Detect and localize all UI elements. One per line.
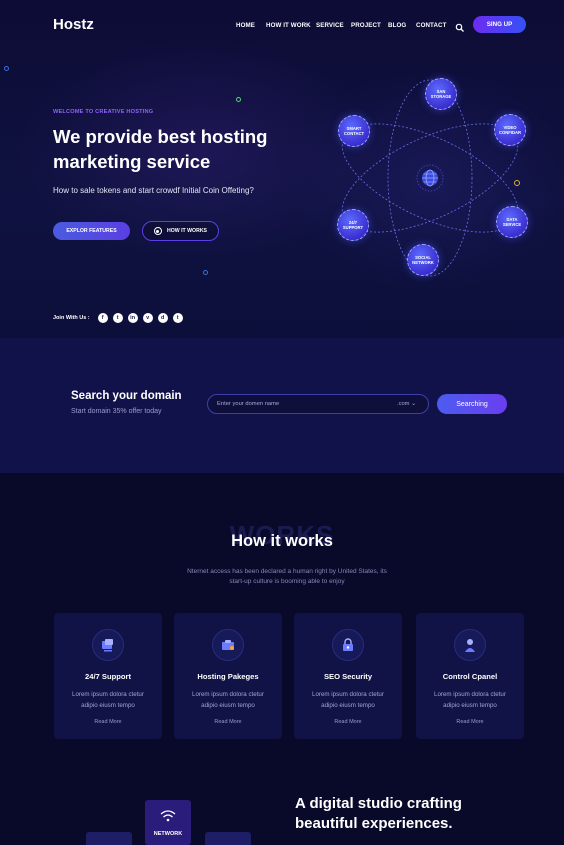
logo[interactable]: Hostz bbox=[53, 16, 94, 33]
works-desc-line-1: Nternet access has been declared a human… bbox=[187, 568, 387, 575]
nav-home[interactable]: HOME bbox=[236, 22, 255, 29]
search-icon[interactable] bbox=[455, 20, 465, 32]
card-title: Control Cpanel bbox=[442, 672, 498, 681]
card-support[interactable]: 24/7 Support Lorem ipsum dolora ctetur a… bbox=[54, 613, 162, 739]
package-icon bbox=[212, 629, 244, 661]
card-desc-line-2: adipio eiusm tempo bbox=[443, 702, 497, 709]
read-more-link[interactable]: Read More bbox=[416, 719, 524, 725]
card-hosting-packages[interactable]: Hosting Pakeges Lorem ipsum dolora ctetu… bbox=[174, 613, 282, 739]
tld-select[interactable]: .com ⌄ bbox=[397, 401, 416, 407]
card-title: 24/7 Support bbox=[85, 672, 131, 681]
decor-dot bbox=[4, 66, 9, 71]
wifi-icon bbox=[160, 810, 176, 822]
network-label: NETWORK bbox=[153, 831, 183, 837]
node-data-service: DATA SERVICE bbox=[496, 206, 528, 238]
node-social-network: SOCIAL NETWORK bbox=[407, 244, 439, 276]
studio-title-line-2: beautiful experiences. bbox=[295, 815, 453, 832]
tumblr-icon[interactable]: t bbox=[172, 313, 183, 323]
studio-title-line-1: A digital studio crafting bbox=[295, 795, 462, 812]
card-desc-line-2: adipio eiusm tempo bbox=[321, 702, 375, 709]
user-icon bbox=[454, 629, 486, 661]
signup-button[interactable]: SING UP bbox=[473, 16, 526, 33]
decor-dot bbox=[203, 270, 208, 275]
domain-search-section: Search your domain Start domain 35% offe… bbox=[0, 338, 564, 473]
how-it-works-button[interactable]: HOW IT WORKS bbox=[142, 221, 219, 241]
nav-blog[interactable]: BLOG bbox=[388, 22, 406, 29]
node-support: 24/7 SUPPORT bbox=[337, 209, 369, 241]
card-seo-security[interactable]: SEO Security Lorem ipsum dolora ctetur a… bbox=[294, 613, 402, 739]
card-control-cpanel[interactable]: Control Cpanel Lorem ipsum dolora ctetur… bbox=[416, 613, 524, 739]
explore-features-button[interactable]: EXPLOR FEATURES bbox=[53, 222, 130, 240]
card-description: Lorem ipsum dolora ctetur adipio eiusm t… bbox=[62, 689, 154, 711]
works-desc-line-2: start-up culture is booming able to enjo… bbox=[229, 578, 345, 585]
works-title: How it works bbox=[231, 532, 333, 550]
headline-line-2: marketing service bbox=[53, 151, 211, 172]
hosting-diagram: SAN STORAGE SMART CONTACT VIDEO CONFIDAR… bbox=[320, 70, 540, 285]
domain-title: Search your domain bbox=[71, 390, 182, 402]
globe-icon bbox=[415, 163, 445, 193]
tld-value: .com bbox=[396, 401, 410, 407]
play-icon bbox=[153, 227, 162, 235]
node-video-confidar: VIDEO CONFIDAR bbox=[494, 114, 526, 146]
headline-line-1: We provide best hosting bbox=[53, 126, 268, 147]
card-desc-line-1: Lorem ipsum dolora ctetur bbox=[192, 691, 264, 698]
domain-search-input[interactable]: Enter your domen name .com ⌄ bbox=[207, 394, 429, 414]
feature-tile bbox=[86, 832, 132, 845]
card-desc-line-1: Lorem ipsum dolora ctetur bbox=[312, 691, 384, 698]
card-desc-line-2: adipio eiusm tempo bbox=[81, 702, 135, 709]
hero-headline: We provide best hosting marketing servic… bbox=[53, 124, 313, 174]
linkedin-icon[interactable]: in bbox=[127, 313, 138, 323]
support-icon bbox=[92, 629, 124, 661]
feature-tile bbox=[205, 832, 251, 845]
dribbble-icon[interactable]: d bbox=[157, 313, 168, 323]
nav-how-it-work[interactable]: HOW IT WORK bbox=[266, 22, 311, 29]
decor-dot bbox=[236, 97, 241, 102]
card-desc-line-1: Lorem ipsum dolora ctetur bbox=[434, 691, 506, 698]
card-desc-line-2: adipio eiusm tempo bbox=[201, 702, 255, 709]
chevron-down-icon: ⌄ bbox=[411, 401, 416, 407]
read-more-link[interactable]: Read More bbox=[54, 719, 162, 725]
hero-subtext: How to sale tokens and start crowdf Init… bbox=[53, 186, 254, 195]
card-title: Hosting Pakeges bbox=[197, 672, 259, 681]
join-label: Join With Us : bbox=[53, 315, 90, 321]
facebook-icon[interactable]: f bbox=[97, 313, 108, 323]
read-more-link[interactable]: Read More bbox=[294, 719, 402, 725]
nav-contact[interactable]: CONTACT bbox=[416, 22, 447, 29]
read-more-link[interactable]: Read More bbox=[174, 719, 282, 725]
card-title: SEO Security bbox=[323, 672, 373, 681]
card-description: Lorem ipsum dolora ctetur adipio eiusm t… bbox=[182, 689, 274, 711]
nav-service[interactable]: SERVICE bbox=[316, 22, 344, 29]
how-it-works-section: WORKS How it works Nternet access has be… bbox=[0, 473, 564, 845]
twitter-icon[interactable]: t bbox=[112, 313, 123, 323]
domain-input-placeholder: Enter your domen name bbox=[217, 401, 280, 407]
card-description: Lorem ipsum dolora ctetur adipio eiusm t… bbox=[302, 689, 394, 711]
card-desc-line-1: Lorem ipsum dolora ctetur bbox=[72, 691, 144, 698]
domain-subtitle: Start domain 35% offer today bbox=[71, 408, 162, 415]
lock-icon bbox=[332, 629, 364, 661]
hero-section: Hostz HOME HOW IT WORK SERVICE PROJECT B… bbox=[0, 0, 564, 338]
vimeo-icon[interactable]: v bbox=[142, 313, 153, 323]
how-it-works-label: HOW IT WORKS bbox=[166, 228, 208, 234]
node-smart-contact: SMART CONTACT bbox=[338, 115, 370, 147]
nav-project[interactable]: PROJECT bbox=[351, 22, 381, 29]
network-tile: NETWORK bbox=[145, 800, 191, 845]
hero-eyebrow: WELCOME TO CREATIVE HOSTING bbox=[53, 109, 154, 115]
studio-title: A digital studio crafting beautiful expe… bbox=[295, 794, 535, 834]
works-description: Nternet access has been declared a human… bbox=[167, 567, 407, 587]
node-san-storage: SAN STORAGE bbox=[425, 78, 457, 110]
card-description: Lorem ipsum dolora ctetur adipio eiusm t… bbox=[424, 689, 516, 711]
join-with-us: Join With Us : f t in v d t bbox=[53, 313, 183, 323]
domain-search-button[interactable]: Searching bbox=[437, 394, 507, 414]
